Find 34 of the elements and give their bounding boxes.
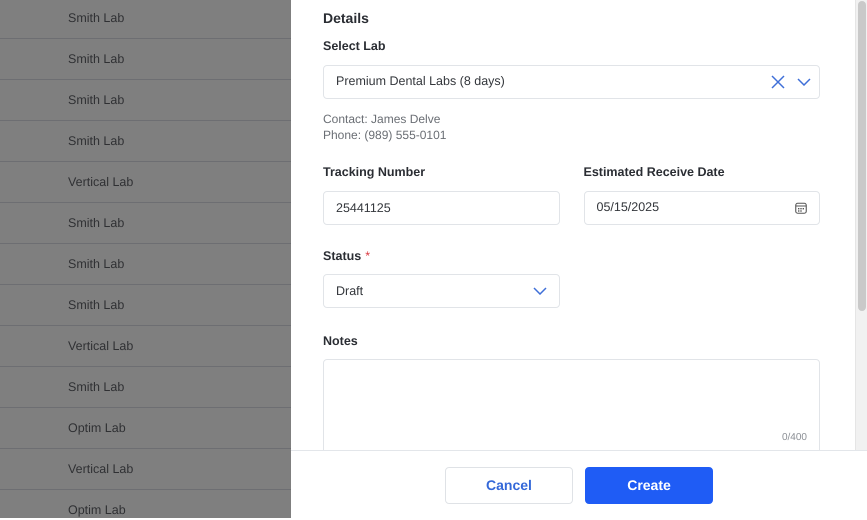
phone-text: Phone: (989) 555-0101: [323, 126, 448, 143]
create-button[interactable]: Create: [585, 467, 713, 504]
table-cell-text: Smith Lab: [68, 132, 124, 150]
field-label: Select Lab: [323, 38, 387, 55]
table-cell-text: Smith Lab: [68, 10, 124, 27]
table-cell-text: Smith Lab: [68, 296, 124, 314]
table-cell-text: Smith Lab: [68, 92, 124, 109]
calendar-icon[interactable]: [795, 202, 807, 214]
cancel-button[interactable]: Cancel: [445, 467, 573, 504]
field-label: Status: [323, 248, 362, 264]
status-select[interactable]: Draft: [323, 274, 560, 308]
table-cell-text: Optim Lab: [68, 502, 126, 518]
date-input[interactable]: 05/15/2025: [584, 190, 820, 224]
character-counter: 0/400: [782, 431, 807, 445]
table-cell-text: Optim Lab: [68, 420, 126, 437]
field-label: Notes: [323, 333, 359, 350]
scrollbar[interactable]: [855, 0, 867, 450]
required-mark: *: [365, 248, 370, 264]
table-cell-text: Smith Lab: [68, 256, 124, 273]
table-cell-text: Vertical Lab: [68, 174, 134, 191]
field-label: Estimated Receive Date: [584, 164, 726, 181]
table-cell-text: Vertical Lab: [68, 460, 134, 478]
table-cell-text: Smith Lab: [68, 378, 124, 396]
section-title: Details: [323, 9, 370, 27]
chevron-down-icon[interactable]: [797, 78, 811, 86]
field-label: Tracking Number: [323, 164, 426, 181]
contact-text: Contact: James Delve: [323, 110, 442, 127]
clear-icon[interactable]: [771, 74, 785, 89]
table-cell-text: Smith Lab: [68, 214, 124, 232]
tracking-number-input[interactable]: 25441125: [323, 190, 560, 224]
table-cell-text: Smith Lab: [68, 50, 124, 68]
table-cell-text: Vertical Lab: [68, 338, 134, 355]
chevron-down-icon[interactable]: [533, 287, 547, 296]
lab-select[interactable]: Premium Dental Labs (8 days): [323, 64, 820, 99]
